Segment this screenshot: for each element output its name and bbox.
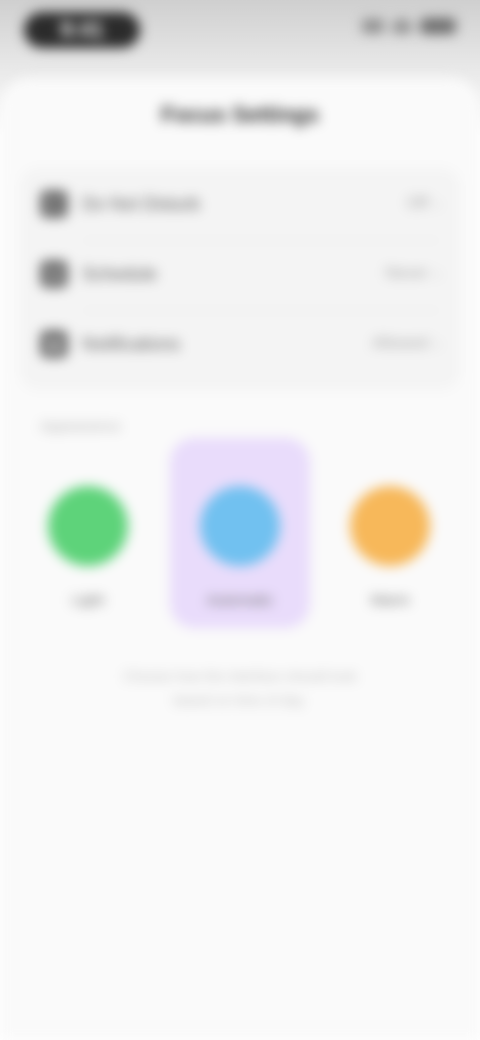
- row-label: Do Not Disturb: [82, 193, 201, 214]
- bell-icon: ◆: [40, 330, 68, 358]
- blurred-content: 9:41 Focus Settings ☾ Do Not Disturb Off…: [0, 0, 480, 1040]
- phone-screen: 9:41 Focus Settings ☾ Do Not Disturb Off…: [0, 0, 480, 1040]
- chevron-right-icon: ›: [434, 333, 440, 354]
- row-schedule[interactable]: ◷ Schedule Never ›: [40, 244, 440, 304]
- warm-swatch-icon: [350, 486, 430, 566]
- appearance-options: Light Automatic Warm: [20, 428, 460, 628]
- row-value: Never: [385, 265, 428, 282]
- moon-icon: ☾: [40, 190, 68, 218]
- chevron-right-icon: ›: [434, 263, 440, 284]
- signal-icon: [362, 19, 384, 33]
- row-label: Schedule: [82, 263, 158, 284]
- option-label: Automatic: [206, 592, 274, 609]
- row-do-not-disturb[interactable]: ☾ Do Not Disturb Off ›: [40, 174, 440, 234]
- sheet-title: Focus Settings: [161, 102, 319, 127]
- status-icons: [362, 18, 456, 34]
- option-label: Light: [71, 592, 105, 609]
- option-warm[interactable]: Warm: [320, 438, 460, 628]
- battery-icon: [420, 18, 456, 34]
- light-swatch-icon: [48, 486, 128, 566]
- divider: [82, 310, 440, 311]
- wifi-icon: [392, 19, 412, 33]
- footnote-line: Choose how the interface should look: [123, 668, 357, 684]
- status-time: 9:41: [24, 12, 140, 48]
- divider: [82, 240, 440, 241]
- row-value: Allowed: [371, 335, 428, 352]
- row-label: Notifications: [82, 333, 181, 354]
- option-light[interactable]: Light: [18, 438, 158, 628]
- chevron-right-icon: ›: [434, 193, 440, 214]
- footnote-line: based on time of day.: [173, 692, 307, 708]
- option-automatic[interactable]: Automatic: [170, 438, 310, 628]
- settings-panel: ☾ Do Not Disturb Off › ◷ Schedule Never …: [20, 168, 460, 390]
- footnote: Choose how the interface should look bas…: [60, 664, 420, 712]
- row-value: Off: [406, 195, 428, 212]
- row-notifications[interactable]: ◆ Notifications Allowed ›: [40, 314, 440, 374]
- clock-icon: ◷: [40, 260, 68, 288]
- automatic-swatch-icon: [200, 486, 280, 566]
- option-label: Warm: [370, 592, 410, 609]
